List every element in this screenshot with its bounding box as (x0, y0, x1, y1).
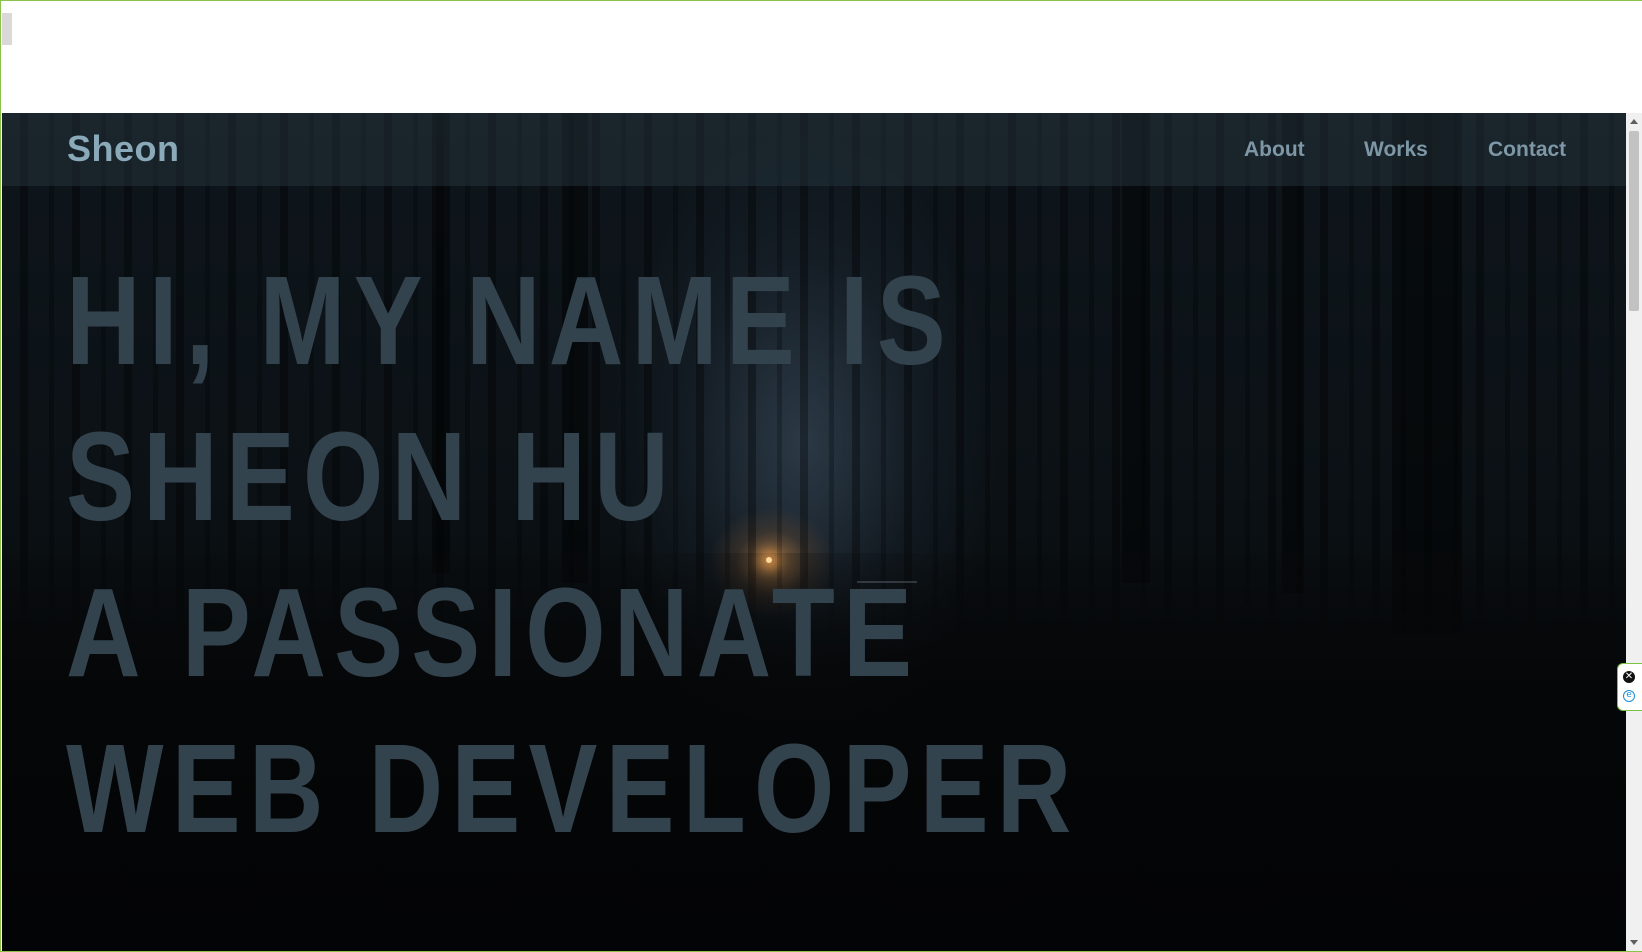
vertical-scrollbar[interactable] (1626, 113, 1642, 951)
browser-frame: Sheon About Works Contact HI, MY NAME IS… (0, 0, 1642, 952)
scroll-thumb[interactable] (1629, 131, 1639, 311)
page-viewport: Sheon About Works Contact HI, MY NAME IS… (2, 113, 1626, 951)
side-widget: ✕ e (1617, 663, 1642, 711)
scroll-up-arrow-icon[interactable] (1630, 119, 1638, 124)
hero-line: SHEON HU (66, 406, 677, 547)
nav-about[interactable]: About (1244, 138, 1305, 162)
scroll-down-arrow-icon[interactable] (1630, 940, 1638, 945)
navbar: Sheon About Works Contact (2, 113, 1626, 186)
nav-contact[interactable]: Contact (1488, 138, 1566, 162)
close-icon[interactable]: ✕ (1623, 671, 1635, 683)
hero-line: A PASSIONATE (66, 562, 921, 703)
nav-works[interactable]: Works (1364, 138, 1428, 162)
hero-line: WEB DEVELOPER (66, 718, 1080, 859)
hero-heading: HI, MY NAME IS SHEON HU A PASSIONATE WEB… (66, 243, 1302, 867)
top-marker (2, 13, 12, 45)
hero-line: HI, MY NAME IS (66, 250, 954, 391)
brand-logo[interactable]: Sheon (67, 128, 180, 170)
extension-e-icon[interactable]: e (1623, 690, 1635, 702)
